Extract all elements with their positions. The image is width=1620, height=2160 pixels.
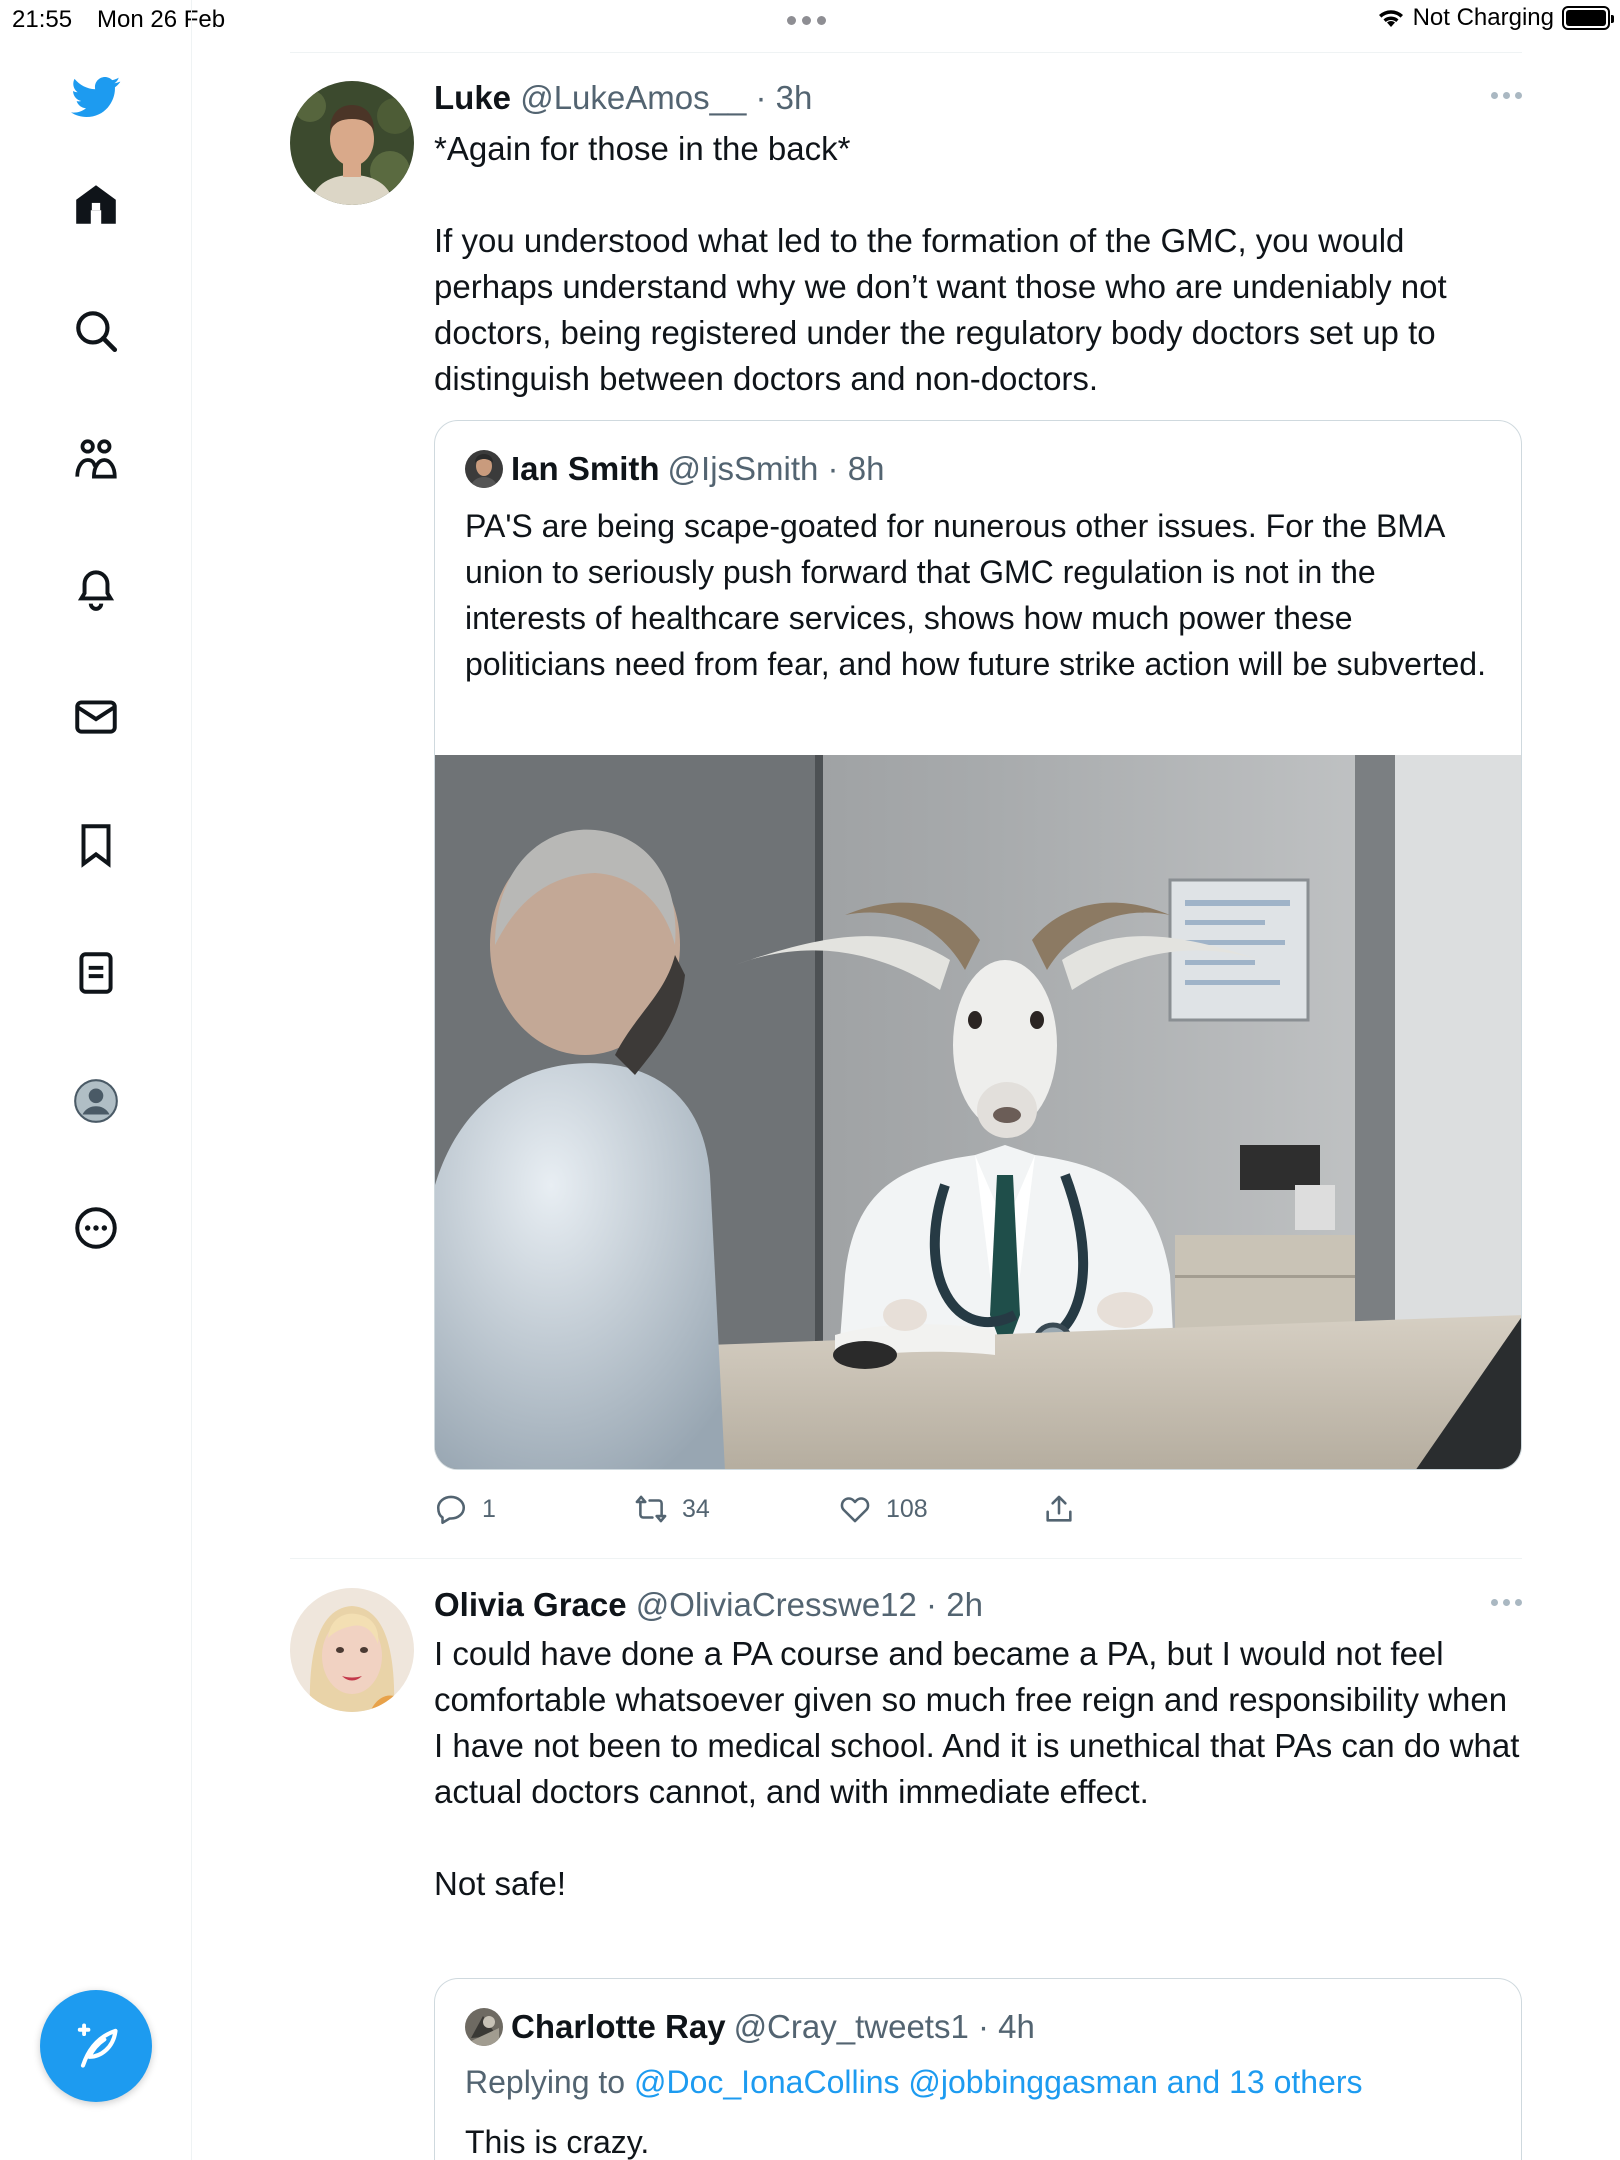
mail-icon[interactable]: [63, 684, 129, 750]
quoted-author-name: Charlotte Ray: [511, 2008, 726, 2045]
retweet-icon: [635, 1495, 667, 1523]
avatar[interactable]: [290, 1588, 414, 1712]
tweet-actions: 1 34 108: [434, 1492, 1522, 1532]
like-count: 108: [886, 1494, 928, 1523]
charging-status: Not Charging: [1412, 4, 1554, 31]
tweet-header: Luke @LukeAmos__ · 3h: [434, 78, 1522, 118]
tweet-header: Olivia Grace @OliviaCresswe12 · 2h: [434, 1585, 1522, 1625]
status-right: Not Charging: [1377, 4, 1614, 32]
lists-icon[interactable]: [63, 940, 129, 1006]
search-icon[interactable]: [63, 298, 129, 364]
more-circle-icon[interactable]: [63, 1195, 129, 1261]
avatar: [465, 450, 503, 488]
quoted-author-handle: @IjsSmith: [667, 450, 819, 487]
home-icon[interactable]: [63, 172, 129, 238]
share-button[interactable]: [1042, 1492, 1076, 1526]
more-options-icon[interactable]: [1491, 92, 1522, 99]
author-name[interactable]: Olivia Grace: [434, 1586, 627, 1623]
tweet[interactable]: Olivia Grace @OliviaCresswe12 · 2h I cou…: [290, 1585, 1522, 2160]
tweet-divider: [290, 1558, 1522, 1559]
reply-icon: [436, 1495, 466, 1525]
quoted-tweet-text: This is crazy.: [465, 2124, 650, 2160]
heart-icon: [840, 1497, 870, 1523]
author-handle[interactable]: @OliviaCresswe12: [636, 1586, 917, 1623]
replying-to-prefix: Replying to: [465, 2064, 634, 2100]
quoted-tweet-header: Charlotte Ray @Cray_tweets1 · 4h: [465, 2007, 1491, 2047]
multitasking-dots-icon[interactable]: [787, 16, 826, 25]
author-handle[interactable]: @LukeAmos__: [520, 79, 746, 116]
reply-button[interactable]: 1: [434, 1492, 496, 1526]
separator: ·: [916, 1586, 947, 1623]
timestamp[interactable]: 3h: [776, 79, 813, 116]
replying-to-users[interactable]: @Doc_IonaCollins @jobbinggasman and 13 o…: [634, 2064, 1363, 2100]
avatar[interactable]: [290, 81, 414, 205]
quoted-tweet[interactable]: Charlotte Ray @Cray_tweets1 · 4h Replyin…: [434, 1978, 1522, 2160]
retweet-button[interactable]: 34: [634, 1492, 710, 1526]
compose-tweet-icon: [77, 2023, 118, 2068]
share-icon: [1046, 1495, 1072, 1522]
like-button[interactable]: 108: [838, 1492, 928, 1526]
quoted-author-handle: @Cray_tweets1: [733, 2008, 969, 2045]
quoted-tweet[interactable]: Ian Smith @IjsSmith · 8h PA'S are being …: [434, 420, 1522, 1470]
tweet-photo[interactable]: [435, 755, 1521, 1469]
quoted-author-name: Ian Smith: [511, 450, 660, 487]
retweet-count: 34: [682, 1494, 710, 1523]
separator: ·: [746, 79, 776, 116]
compose-tweet-button[interactable]: [40, 1990, 152, 2102]
more-options-icon[interactable]: [1491, 1599, 1522, 1606]
communities-icon[interactable]: [63, 427, 129, 493]
tweet-text: *Again for those in the back* If you und…: [434, 130, 1447, 397]
timestamp[interactable]: 2h: [946, 1586, 983, 1623]
replying-to: Replying to @Doc_IonaCollins @jobbinggas…: [465, 2059, 1491, 2105]
reply-count: 1: [482, 1494, 496, 1523]
profile-icon[interactable]: [63, 1068, 129, 1134]
twitter-bird-icon[interactable]: [63, 64, 129, 130]
wifi-icon: [1378, 10, 1403, 27]
quoted-tweet-header: Ian Smith @IjsSmith · 8h: [465, 449, 1491, 489]
author-name[interactable]: Luke: [434, 79, 511, 116]
quoted-timestamp: 8h: [847, 450, 885, 487]
separator: ·: [968, 2008, 999, 2045]
tweet-text: I could have done a PA course and became…: [434, 1635, 1520, 1902]
tweet[interactable]: Luke @LukeAmos__ · 3h *Again for those i…: [290, 78, 1522, 1548]
top-divider: [290, 52, 1522, 53]
quoted-tweet-text: PA'S are being scape-goated for nunerous…: [465, 508, 1486, 682]
quoted-timestamp: 4h: [998, 2008, 1035, 2045]
bell-icon[interactable]: [63, 555, 129, 621]
avatar: [465, 2008, 503, 2046]
status-bar: 21:55 Mon 26 Feb Not Charging: [0, 0, 1620, 40]
battery-icon: [1562, 6, 1614, 30]
bookmark-icon[interactable]: [63, 812, 129, 878]
sidebar: [0, 0, 192, 2160]
separator: ·: [818, 450, 848, 487]
